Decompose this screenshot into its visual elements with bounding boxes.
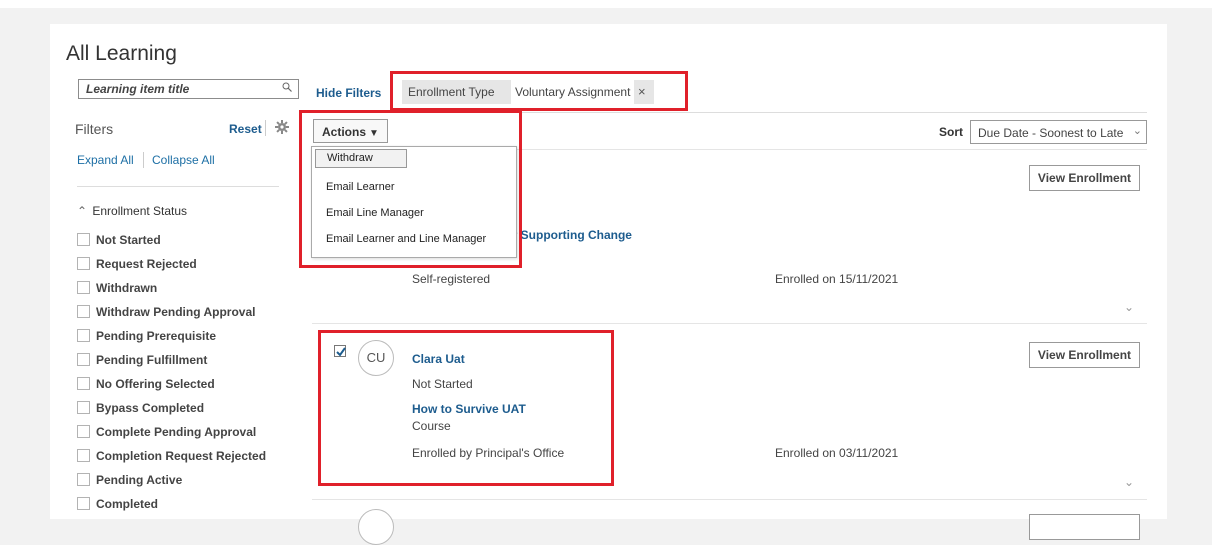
row-checkbox[interactable] [334,345,346,357]
enrolled-by-text: Enrolled by Principal's Office [412,446,565,460]
status-filter-item[interactable]: Withdrawn [77,279,157,297]
divider [143,152,144,168]
chevron-down-icon[interactable]: ⌄ [1124,475,1134,489]
status-filter-item[interactable]: No Offering Selected [77,375,215,393]
avatar: CU [358,340,394,376]
status-filter-item[interactable]: Completion Request Rejected [77,447,266,465]
search-box[interactable] [78,79,299,99]
status-filter-item[interactable]: Not Started [77,231,161,249]
status-checkbox[interactable] [77,305,90,319]
enrolled-by-text: Self-registered [412,272,491,286]
enrolled-on-text: Enrolled on 03/11/2021 [775,446,899,460]
enrolled-on-text: Enrolled on 15/11/2021 [775,272,899,286]
chip-key: Enrollment Type [408,85,495,99]
menu-item-email-line-manager[interactable]: Email Line Manager [326,207,424,219]
expand-all-link[interactable]: Expand All [77,153,134,167]
view-enrollment-button[interactable] [1029,514,1140,540]
status-checkbox[interactable] [77,497,90,511]
gear-icon[interactable] [275,120,289,134]
divider [312,112,1147,113]
enrollment-status-header[interactable]: ⌃ Enrollment Status [77,204,187,218]
divider [312,499,1147,500]
course-type-text: Course [412,419,451,433]
status-filter-item[interactable]: Pending Active [77,471,182,489]
page-title: All Learning [66,42,177,65]
hide-filters-link[interactable]: Hide Filters [316,86,381,100]
search-icon[interactable] [282,82,292,92]
sort-value: Due Date - Soonest to Late [978,126,1124,140]
caret-down-icon: ▼ [369,128,379,139]
top-bar [0,0,1212,8]
status-checkbox[interactable] [77,281,90,295]
checkmark-icon [336,347,346,357]
status-checkbox[interactable] [77,425,90,439]
chip-value: Voluntary Assignment [511,80,635,104]
sort-label: Sort [939,125,963,139]
chevron-up-icon: ⌃ [77,204,88,218]
learner-name-link[interactable]: Clara Uat [412,352,465,366]
section-title: Enrollment Status [92,204,188,218]
status-text: Not Started [412,377,473,391]
status-filter-item[interactable]: Pending Fulfillment [77,351,207,369]
search-input[interactable] [79,80,276,98]
menu-item-email-learner[interactable]: Email Learner [326,181,394,193]
status-filter-item[interactable]: Completed [77,495,158,513]
filter-chip-enrollment-type: Enrollment Type Voluntary Assignment × [402,80,654,104]
menu-item-email-learner-and-line-manager[interactable]: Email Learner and Line Manager [326,233,486,245]
divider [312,323,1147,324]
status-checkbox[interactable] [77,449,90,463]
collapse-all-link[interactable]: Collapse All [152,153,215,167]
status-filter-item[interactable]: Withdraw Pending Approval [77,303,255,321]
avatar [358,509,394,545]
status-filter-item[interactable]: Bypass Completed [77,399,204,417]
status-checkbox[interactable] [77,377,90,391]
filters-title: Filters [75,121,114,137]
status-checkbox[interactable] [77,257,90,271]
status-filter-item[interactable]: Pending Prerequisite [77,327,216,345]
chevron-down-icon[interactable]: ⌄ [1124,300,1134,314]
status-checkbox[interactable] [77,401,90,415]
actions-label: Actions [322,125,367,139]
status-checkbox[interactable] [77,353,90,367]
view-enrollment-button[interactable]: View Enrollment [1029,342,1140,368]
status-filter-item[interactable]: Request Rejected [77,255,197,273]
course-link[interactable]: How to Survive UAT [412,402,526,416]
reset-link[interactable]: Reset [229,122,262,136]
sort-select[interactable]: Due Date - Soonest to Late ⌄ [970,120,1147,144]
menu-item-withdraw[interactable]: Withdraw [315,149,407,168]
status-checkbox[interactable] [77,329,90,343]
chevron-down-icon: ⌄ [1132,125,1142,137]
status-filter-item[interactable]: Complete Pending Approval [77,423,256,441]
close-icon[interactable]: × [638,84,646,99]
status-checkbox[interactable] [77,233,90,247]
actions-button[interactable]: Actions ▼ [313,119,388,143]
view-enrollment-button[interactable]: View Enrollment [1029,165,1140,191]
actions-menu: Withdraw Email Learner Email Line Manage… [311,146,517,258]
status-checkbox[interactable] [77,473,90,487]
divider [77,186,279,187]
divider [265,120,266,136]
learning-panel: All Learning Filters Reset Expand All Co… [50,24,1167,545]
